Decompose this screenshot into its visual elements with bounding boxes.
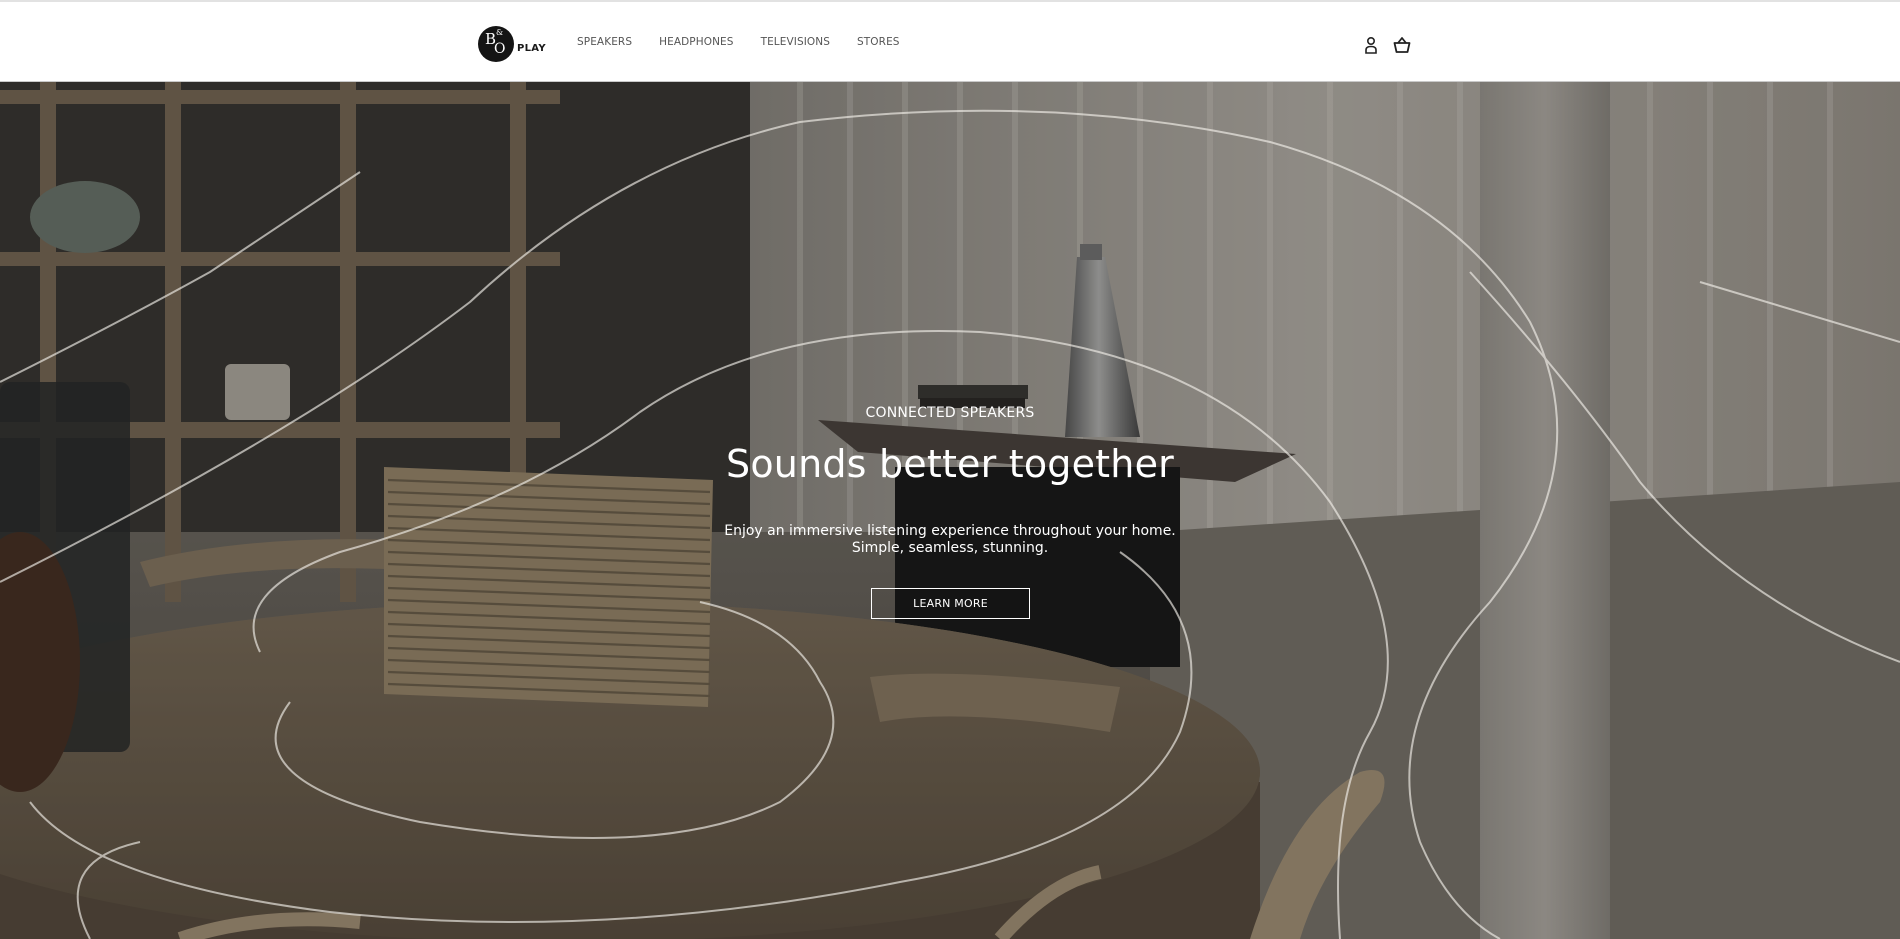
hero-description-line-1: Enjoy an immersive listening experience …	[724, 523, 1176, 539]
header-icons	[1364, 35, 1412, 55]
learn-more-button[interactable]: LEARN MORE	[871, 588, 1030, 619]
hero-eyebrow: CONNECTED SPEAKERS	[865, 405, 1035, 421]
hero-description: Enjoy an immersive listening experience …	[0, 523, 1900, 557]
site-header: B & O PLAY SPEAKERS HEADPHONES TELEVISIONS…	[0, 2, 1900, 82]
main-nav: SPEAKERS HEADPHONES TELEVISIONS STORES	[577, 36, 900, 48]
hero-background-image	[0, 82, 1900, 939]
nav-item-televisions[interactable]: TELEVISIONS	[761, 36, 830, 48]
nav-item-headphones[interactable]: HEADPHONES	[659, 36, 733, 48]
account-icon[interactable]	[1364, 35, 1378, 55]
nav-item-speakers[interactable]: SPEAKERS	[577, 36, 632, 48]
hero-description-line-2: Simple, seamless, stunning.	[851, 540, 1049, 556]
logo-mark: B & O	[478, 26, 514, 62]
logo-text: PLAY	[517, 42, 546, 54]
hero-banner: CONNECTED SPEAKERS Sounds better togethe…	[0, 82, 1900, 939]
hero-title: Sounds better together	[726, 442, 1174, 486]
brand-logo[interactable]: B & O PLAY	[478, 24, 546, 64]
cart-icon[interactable]	[1392, 35, 1412, 55]
nav-item-stores[interactable]: STORES	[857, 36, 900, 48]
